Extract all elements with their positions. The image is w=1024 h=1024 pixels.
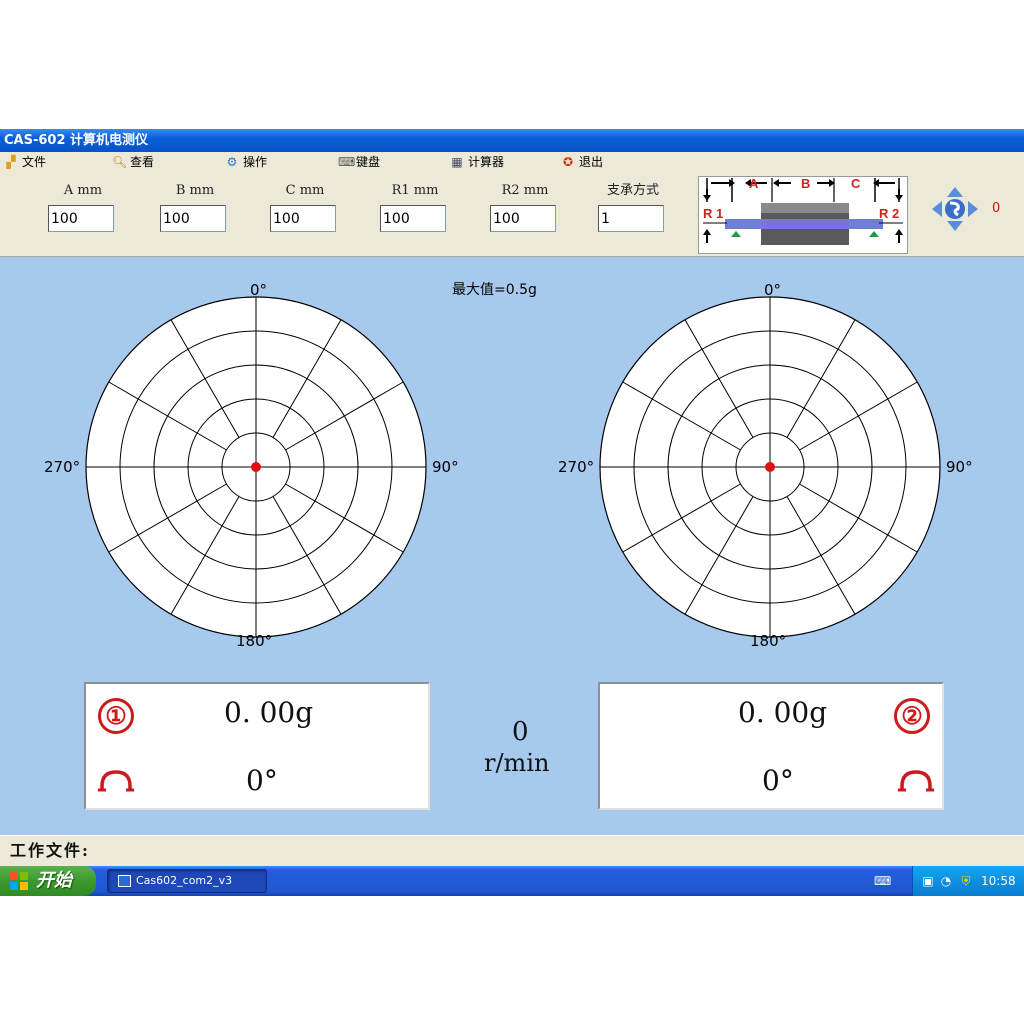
bearing-icon [898,770,934,792]
diagram-label-c: C [851,177,861,191]
window-title-bar[interactable]: CAS-602 计算机电测仪 [0,129,1024,152]
param-r1-input[interactable] [380,205,446,232]
plane-2-amplitude: 0. 00g [738,696,828,729]
imbalance-dot [251,462,261,472]
folder-icon: ▞ [6,155,16,169]
rotor-diagram-svg: A B C R 1 R 2 [703,176,903,245]
param-r1-label: R1 mm [391,183,439,198]
rotor-support-diagram: A B C R 1 R 2 [698,176,908,254]
param-c-input[interactable] [270,205,336,232]
speed-value: 0 [512,717,529,747]
param-a-input[interactable] [48,205,114,232]
gear-icon: ⚙ [226,155,238,169]
imbalance-dot [765,462,775,472]
plane-1-amplitude: 0. 00g [224,696,314,729]
network-icon[interactable]: ▣ [921,874,935,888]
windows-logo-icon [10,872,28,890]
param-b-label: B mm [175,183,215,198]
speed-unit: r/min [484,749,550,777]
param-a-label: A mm [63,183,103,198]
app-window-icon [118,875,131,887]
plane-1-badge: ① [105,701,127,730]
right-angle-270: 270° [558,458,595,476]
param-c-label: C mm [285,183,325,198]
param-support-mode: 支承方式 [598,181,668,232]
polar-plot-left [85,296,427,638]
exit-icon: ✪ [562,155,574,169]
plane-1-badge-icon: ① [98,698,134,734]
menu-calculator[interactable]: ▦ 计算器 [450,154,504,171]
start-button[interactable]: 开始 [0,866,96,896]
polar-plot-right [599,296,941,638]
param-r2: R2 mm [490,181,560,232]
param-b: B mm [160,181,230,232]
taskbar: 开始 Cas602_com2_v3 ⌨ ▣ ◔ ⛨ 10:58 [0,866,1024,896]
menu-exit-label: 退出 [579,155,604,169]
magnifier-icon: 🔍︎ [112,155,128,169]
working-file-label: 工作文件: [10,841,90,860]
menu-view[interactable]: 🔍︎ 查看 [112,154,154,171]
screen: CAS-602 计算机电测仪 ▞ 文件 🔍︎ 查看 ⚙ 操作 ⌨ 键盘 ▦ 计算… [0,0,1024,1024]
param-c: C mm [270,181,340,232]
param-r2-label: R2 mm [501,183,549,198]
param-a: A mm [48,181,118,232]
calculator-icon: ▦ [451,155,463,169]
menu-operate[interactable]: ⚙ 操作 [225,154,267,171]
menu-operate-label: 操作 [243,155,268,169]
menu-file-label: 文件 [22,155,47,169]
menu-view-label: 查看 [130,155,155,169]
measurement-area: 最大值=0.5g 0° 90° 180° 270° 0° 90° 180° 27… [0,257,1024,835]
diagram-label-r2: R 2 [879,206,899,221]
direction-value: 0 [992,201,1001,216]
taskbar-item-cas602[interactable]: Cas602_com2_v3 [107,869,267,893]
menu-file[interactable]: ▞ 文件 [4,154,46,171]
param-support-mode-input[interactable] [598,205,664,232]
left-angle-270: 270° [44,458,81,476]
diagram-label-b: B [801,177,810,191]
system-tray: ▣ ◔ ⛨ 10:58 [912,866,1024,896]
left-angle-180: 180° [236,632,273,650]
param-b-input[interactable] [160,205,226,232]
menu-bar: ▞ 文件 🔍︎ 查看 ⚙ 操作 ⌨ 键盘 ▦ 计算器 ✪ 退出 [0,152,1024,173]
diagram-label-r1: R 1 [703,206,723,221]
right-angle-90: 90° [946,458,973,476]
start-label: 开始 [36,870,72,891]
max-value-label: 最大值=0.5g [452,282,537,298]
status-bar: 工作文件: [0,835,1024,866]
window-title: CAS-602 计算机电测仪 [4,133,149,148]
left-angle-90: 90° [432,458,459,476]
right-angle-180: 180° [750,632,787,650]
param-support-mode-label: 支承方式 [606,183,659,198]
keyboard-icon: ⌨ [338,155,356,169]
bearing-icon [98,770,134,792]
diagram-label-a: A [749,177,759,191]
direction-pad-icon [932,187,978,231]
security-shield-icon[interactable]: ⛨ [959,874,973,888]
keyboard-tray-icon[interactable]: ⌨ [874,874,892,888]
volume-icon[interactable]: ◔ [939,874,953,888]
right-angle-0: 0° [764,281,782,299]
plane-2-badge: ② [901,701,923,730]
left-angle-0: 0° [250,281,268,299]
plane-2-badge-icon: ② [894,698,930,734]
taskbar-item-label: Cas602_com2_v3 [136,874,233,887]
menu-keyboard-label: 键盘 [356,155,381,169]
menu-keyboard[interactable]: ⌨ 键盘 [338,154,380,171]
clock[interactable]: 10:58 [981,866,1016,896]
menu-exit[interactable]: ✪ 退出 [561,154,603,171]
param-r2-input[interactable] [490,205,556,232]
plane-1-panel: ① 0. 00g 0° [84,682,430,810]
param-r1: R1 mm [380,181,450,232]
direction-pad[interactable] [930,185,980,233]
plane-2-phase: 0° [762,764,794,797]
plane-1-phase: 0° [246,764,278,797]
plane-2-panel: 0. 00g ② 0° [598,682,944,810]
menu-calculator-label: 计算器 [468,155,505,169]
